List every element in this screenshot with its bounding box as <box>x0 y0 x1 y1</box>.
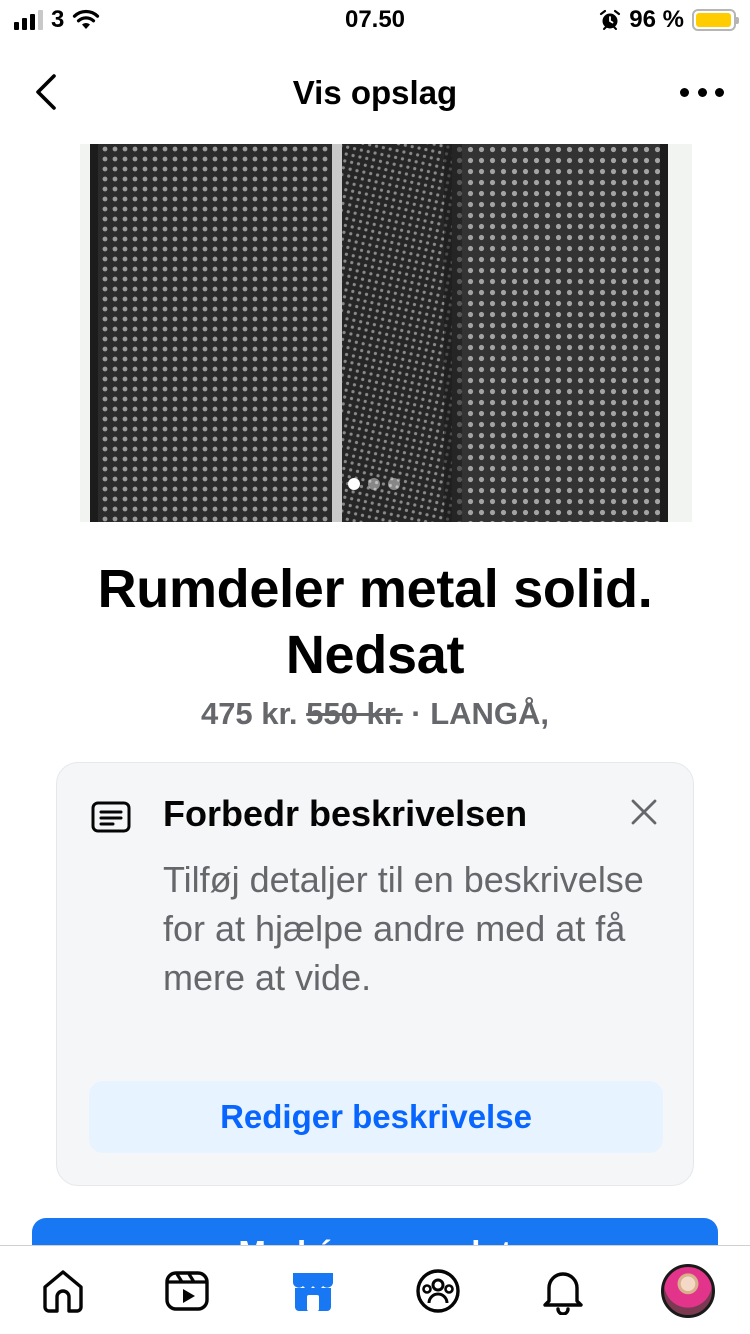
page-dot <box>368 478 380 490</box>
listing-title-line1: Rumdeler metal solid. <box>97 559 653 619</box>
bell-icon <box>543 1272 583 1315</box>
listing-title-line2: Nedsat <box>285 625 465 685</box>
alarm-icon <box>600 9 621 30</box>
tab-profile[interactable] <box>660 1263 716 1319</box>
improve-description-card: Forbedr beskrivelsen Tilføj detaljer til… <box>56 762 694 1186</box>
tab-groups[interactable] <box>413 1266 463 1316</box>
home-icon <box>43 1270 83 1313</box>
product-image[interactable] <box>80 144 692 522</box>
card-title: Forbedr beskrivelsen <box>163 793 528 834</box>
edit-description-button[interactable]: Rediger beskrivelse <box>89 1081 663 1153</box>
groups-icon <box>416 1269 460 1313</box>
status-bar: 3 07.50 96 % <box>0 0 750 40</box>
page-title: Vis opslag <box>292 74 458 111</box>
battery-percent: 96 % <box>629 6 684 33</box>
page-dot <box>388 478 400 490</box>
tab-bar <box>0 1245 750 1334</box>
price-line: 475 kr. 550 kr. · LANGÅ, <box>0 696 750 732</box>
profile-avatar <box>661 1264 715 1318</box>
image-page-indicator <box>334 474 414 494</box>
more-options-button[interactable] <box>680 80 724 104</box>
old-price: 550 kr. <box>306 696 403 731</box>
tab-marketplace[interactable] <box>288 1266 338 1316</box>
room-divider-photo <box>80 144 692 522</box>
close-icon <box>631 799 657 825</box>
close-card-button[interactable] <box>629 797 659 827</box>
status-right: 96 % <box>599 6 739 34</box>
header: Vis opslag <box>0 50 750 134</box>
description-icon <box>91 801 131 833</box>
tab-home[interactable] <box>38 1266 88 1316</box>
listing-title: Rumdeler metal solid. Nedsat <box>20 556 730 688</box>
card-body: Tilføj detaljer til en beskrivelse for a… <box>163 859 644 998</box>
page-dot <box>348 478 360 490</box>
price: 475 kr. <box>200 696 298 731</box>
more-dots-icon <box>680 87 689 97</box>
tab-notifications[interactable] <box>538 1266 588 1316</box>
location: · LANGÅ, <box>402 696 550 731</box>
video-icon <box>165 1271 209 1311</box>
battery-icon <box>692 9 739 31</box>
marketplace-icon <box>293 1273 333 1311</box>
tab-video[interactable] <box>162 1266 212 1316</box>
